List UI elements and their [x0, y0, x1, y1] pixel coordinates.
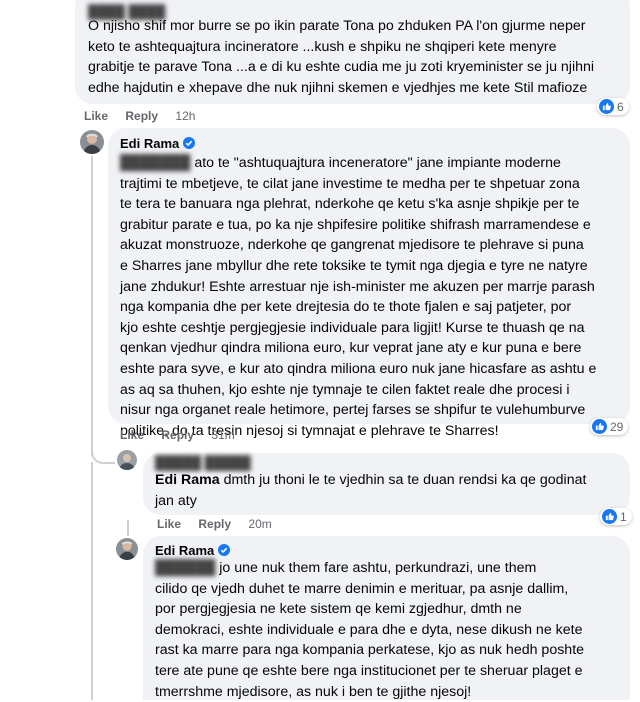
- comment-actions-2: Like Reply 31m: [120, 428, 249, 442]
- mention-link[interactable]: Edi Rama: [155, 472, 220, 488]
- reply-button-1[interactable]: Reply: [125, 109, 158, 123]
- reply-button-2[interactable]: Reply: [161, 428, 194, 442]
- redacted-mention: ██████: [155, 560, 216, 576]
- avatar[interactable]: [80, 130, 104, 154]
- reply-connector-2: [127, 520, 130, 536]
- avatar[interactable]: [116, 538, 138, 560]
- comment-text-1: O njisho shif mor burre se po ikin parat…: [88, 18, 595, 96]
- comment-actions-1: Like Reply 12h: [84, 109, 209, 123]
- comment-text-3: Edi Rama dmth ju thoni le te vjedhin sa …: [155, 472, 587, 509]
- comment-actions-3: Like Reply 20m: [157, 517, 286, 531]
- thread-line-main: [91, 156, 94, 456]
- comment-author-2[interactable]: Edi Rama: [120, 136, 195, 151]
- like-reaction-icon: [592, 419, 607, 434]
- comment-author-3[interactable]: █████ █████: [155, 455, 251, 470]
- reaction-count-1[interactable]: 6: [597, 98, 629, 115]
- timestamp-1[interactable]: 12h: [175, 109, 195, 123]
- avatar[interactable]: [117, 450, 137, 470]
- verified-badge-icon: [217, 544, 230, 556]
- comment-author-4[interactable]: Edi Rama: [155, 543, 230, 558]
- reaction-count-3[interactable]: 1: [600, 508, 632, 525]
- reaction-count-2[interactable]: 29: [590, 418, 629, 435]
- like-button-1[interactable]: Like: [84, 109, 108, 123]
- like-button-3[interactable]: Like: [157, 517, 181, 531]
- comment-text-2: ███████ ato te "ashtuquajtura incenerato…: [120, 155, 597, 439]
- timestamp-3[interactable]: 20m: [248, 517, 271, 531]
- redacted-mention: ███████: [120, 155, 191, 171]
- timestamp-2[interactable]: 31m: [211, 428, 234, 442]
- comment-text-4: ██████ jo une nuk them fare ashtu, perku…: [155, 560, 585, 700]
- reply-connector-1: [91, 440, 115, 464]
- verified-badge-icon: [182, 137, 195, 149]
- reply-button-3[interactable]: Reply: [198, 517, 231, 531]
- like-reaction-icon: [599, 99, 614, 114]
- redacted-author-name: █████ █████: [155, 455, 251, 470]
- thread-line-replies: [91, 462, 94, 700]
- like-button-2[interactable]: Like: [120, 428, 144, 442]
- like-reaction-icon: [602, 509, 617, 524]
